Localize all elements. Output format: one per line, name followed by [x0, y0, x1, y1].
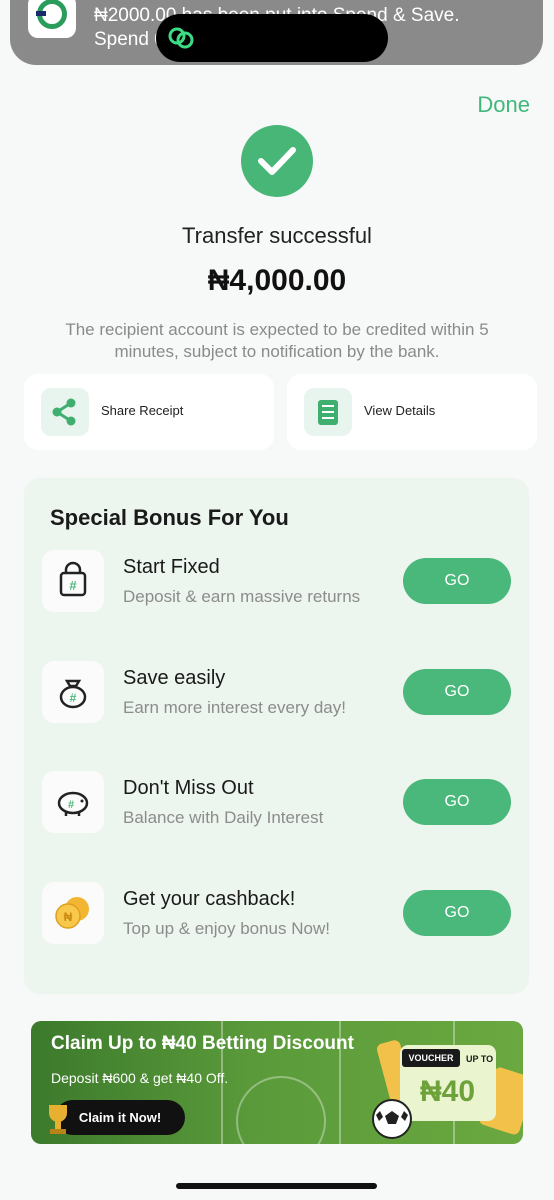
dynamic-island	[156, 14, 388, 62]
view-details-label: View Details	[364, 403, 436, 418]
bonus-item-cashback: ₦ Get your cashback! Top up & enjoy bonu…	[42, 882, 512, 946]
voucher-card: VOUCHER UP TO ₦40	[400, 1045, 496, 1121]
voucher-tag: VOUCHER	[402, 1049, 460, 1067]
bonus-item-start-fixed: # Start Fixed Deposit & earn massive ret…	[42, 550, 512, 614]
voucher-amount: ₦40	[420, 1075, 476, 1108]
promo-subtext: Deposit ₦600 & get ₦40 Off.	[51, 1070, 229, 1086]
share-receipt-button[interactable]: Share Receipt	[24, 374, 274, 450]
done-button[interactable]: Done	[477, 92, 530, 118]
svg-text:₦: ₦	[64, 910, 73, 924]
bonus-item-desc: Deposit & earn massive returns	[123, 587, 361, 606]
svg-text:#: #	[70, 691, 77, 705]
coins-icon: ₦	[42, 882, 104, 944]
success-check-icon	[241, 125, 313, 197]
voucher-up-to: UP TO	[466, 1054, 494, 1064]
bonus-title: Special Bonus For You	[50, 505, 289, 530]
svg-text:#: #	[68, 799, 74, 811]
football-icon	[372, 1099, 412, 1139]
bonus-item-title: Get your cashback!	[123, 888, 296, 910]
view-details-button[interactable]: View Details	[287, 374, 537, 450]
lock-bag-icon: #	[42, 550, 104, 612]
status-title: Transfer successful	[182, 223, 372, 248]
bonus-item-desc: Balance with Daily Interest	[123, 808, 324, 827]
bonus-item-title: Save easily	[123, 667, 226, 689]
go-button[interactable]: GO	[403, 558, 511, 604]
money-bag-icon: #	[42, 661, 104, 723]
bonus-item-save-easily: # Save easily Earn more interest every d…	[42, 661, 512, 725]
special-bonus-panel: Special Bonus For You # Start Fixed Depo…	[24, 478, 529, 994]
bonus-item-desc: Earn more interest every day!	[123, 698, 346, 717]
app-logo-icon	[28, 0, 76, 38]
bonus-item-desc: Top up & enjoy bonus Now!	[123, 919, 330, 938]
svg-text:#: #	[69, 578, 77, 593]
claim-now-button[interactable]: Claim it Now!	[55, 1100, 185, 1135]
share-icon	[41, 388, 89, 436]
go-button[interactable]: GO	[403, 890, 511, 936]
go-button[interactable]: GO	[403, 669, 511, 715]
list-icon	[304, 388, 352, 436]
betting-promo-banner[interactable]: Claim Up to ₦40 Betting Discount Deposit…	[31, 1021, 523, 1144]
bonus-item-title: Don't Miss Out	[123, 777, 254, 799]
trophy-icon	[49, 1105, 67, 1134]
piggy-bank-icon: #	[42, 771, 104, 833]
transfer-amount: ₦4,000.00	[207, 264, 347, 297]
home-indicator[interactable]	[176, 1183, 377, 1189]
link-icon	[168, 27, 194, 49]
share-receipt-label: Share Receipt	[101, 403, 184, 418]
bonus-item-title: Start Fixed	[123, 556, 220, 578]
go-button[interactable]: GO	[403, 779, 511, 825]
credit-note: The recipient account is expected to be …	[65, 320, 489, 361]
promo-headline: Claim Up to ₦40 Betting Discount	[51, 1033, 354, 1054]
bonus-item-dont-miss-out: # Don't Miss Out Balance with Daily Inte…	[42, 771, 512, 835]
